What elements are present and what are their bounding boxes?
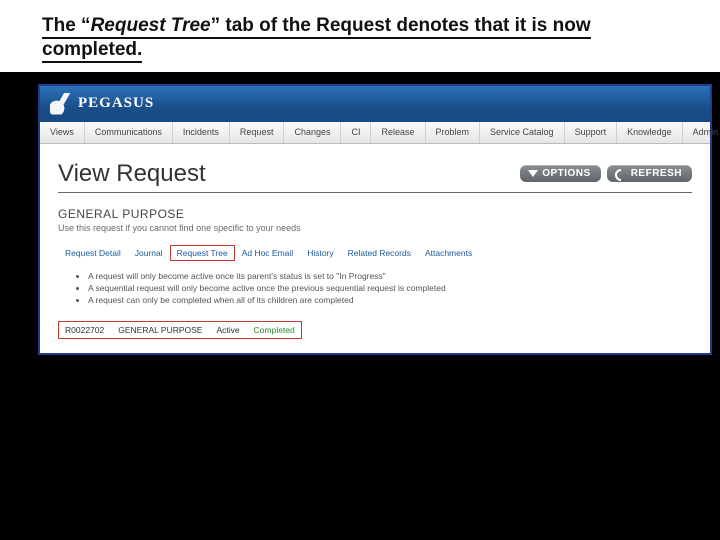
brand-text: PEGASUS <box>78 95 154 112</box>
page-buttons: OPTIONS REFRESH <box>520 165 692 182</box>
row-status: Completed <box>254 325 295 335</box>
note-item: A sequential request will only become ac… <box>88 283 692 293</box>
note-item: A request will only become active once i… <box>88 271 692 281</box>
note-item: A request can only be completed when all… <box>88 295 692 305</box>
menu-service-catalog[interactable]: Service Catalog <box>480 122 565 143</box>
menu-bar: Views Communications Incidents Request C… <box>40 122 710 144</box>
request-row: R0022702 GENERAL PURPOSE Active Complete… <box>58 321 302 339</box>
menu-changes[interactable]: Changes <box>284 122 341 143</box>
chevron-down-icon <box>528 170 538 177</box>
menu-request[interactable]: Request <box>230 122 285 143</box>
row-type: GENERAL PURPOSE <box>118 325 202 335</box>
tabs: Request Detail Journal Request Tree Ad H… <box>58 245 692 261</box>
tab-related-records[interactable]: Related Records <box>341 245 418 261</box>
notes-list: A request will only become active once i… <box>88 271 692 305</box>
tab-journal[interactable]: Journal <box>128 245 170 261</box>
menu-ci[interactable]: CI <box>341 122 371 143</box>
refresh-button[interactable]: REFRESH <box>607 165 692 182</box>
caption-pre: The “ <box>42 15 91 36</box>
row-state: Active <box>216 325 239 335</box>
menu-admin[interactable]: Admin <box>683 122 720 143</box>
refresh-icon <box>615 169 627 179</box>
menu-release[interactable]: Release <box>371 122 425 143</box>
slide-caption: The “Request Tree” tab of the Request de… <box>0 0 720 72</box>
wing-icon <box>50 93 72 115</box>
menu-views[interactable]: Views <box>40 122 85 143</box>
tab-attachments[interactable]: Attachments <box>418 245 479 261</box>
menu-incidents[interactable]: Incidents <box>173 122 230 143</box>
tab-request-tree[interactable]: Request Tree <box>170 245 235 261</box>
caption-em: Request Tree <box>91 15 211 36</box>
options-button[interactable]: OPTIONS <box>520 165 601 182</box>
row-id: R0022702 <box>65 325 104 335</box>
tab-adhoc-email[interactable]: Ad Hoc Email <box>235 245 301 261</box>
tab-history[interactable]: History <box>300 245 340 261</box>
section-subtitle: Use this request if you cannot find one … <box>58 223 692 233</box>
page-title: View Request <box>58 160 206 188</box>
page-body: View Request OPTIONS REFRESH GENERAL PUR… <box>40 144 710 353</box>
menu-knowledge[interactable]: Knowledge <box>617 122 683 143</box>
menu-problem[interactable]: Problem <box>426 122 481 143</box>
page-header: View Request OPTIONS REFRESH <box>58 160 692 193</box>
options-label: OPTIONS <box>542 168 591 179</box>
brand-bar: PEGASUS <box>40 86 710 122</box>
brand-logo: PEGASUS <box>50 93 154 115</box>
section-title: GENERAL PURPOSE <box>58 207 692 221</box>
menu-communications[interactable]: Communications <box>85 122 173 143</box>
refresh-label: REFRESH <box>631 168 682 179</box>
tab-request-detail[interactable]: Request Detail <box>58 245 128 261</box>
app-frame: PEGASUS Views Communications Incidents R… <box>38 84 712 355</box>
menu-support[interactable]: Support <box>565 122 618 143</box>
